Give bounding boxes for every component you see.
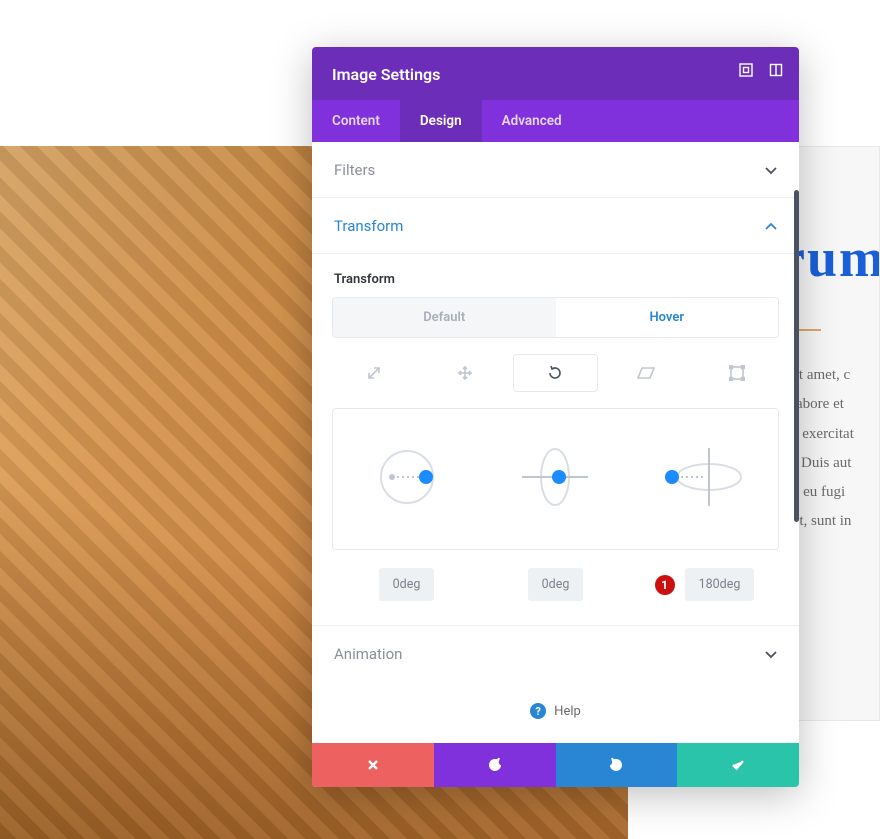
rotate-preview-row bbox=[332, 408, 779, 550]
cancel-button[interactable] bbox=[312, 743, 434, 787]
tool-scale-button[interactable] bbox=[332, 354, 417, 392]
rotate-x-value[interactable]: 180deg bbox=[685, 568, 755, 601]
tab-design[interactable]: Design bbox=[400, 100, 482, 142]
rotate-y-value-cell: 0deg bbox=[481, 568, 630, 601]
modal-body: Filters Transform Transform Default Hove… bbox=[312, 142, 799, 743]
modal-tabs: Content Design Advanced bbox=[312, 100, 799, 142]
help-label: Help bbox=[554, 704, 581, 719]
section-animation-label: Animation bbox=[334, 645, 402, 663]
transform-tool-row bbox=[332, 354, 779, 392]
transform-content: Transform Default Hover bbox=[312, 254, 799, 626]
section-transform-label: Transform bbox=[334, 217, 403, 235]
rotate-y-value[interactable]: 0deg bbox=[528, 568, 584, 601]
chevron-down-icon bbox=[765, 160, 777, 179]
rotate-z-value[interactable]: 0deg bbox=[379, 568, 435, 601]
tool-skew-button[interactable] bbox=[604, 354, 689, 392]
tab-content[interactable]: Content bbox=[312, 100, 400, 142]
help-row[interactable]: ? Help bbox=[312, 681, 799, 743]
section-filters-label: Filters bbox=[334, 161, 375, 179]
rotate-values-row: 0deg 0deg 1 180deg bbox=[332, 568, 779, 601]
expand-icon[interactable] bbox=[739, 63, 753, 77]
tool-rotate-button[interactable] bbox=[513, 354, 598, 392]
scrollbar-thumb[interactable] bbox=[794, 190, 799, 522]
chevron-down-icon bbox=[765, 644, 777, 663]
state-toggle: Default Hover bbox=[332, 297, 779, 338]
state-default-button[interactable]: Default bbox=[333, 298, 556, 337]
tool-origin-button[interactable] bbox=[694, 354, 779, 392]
section-filters[interactable]: Filters bbox=[312, 142, 799, 198]
rotate-y-preview[interactable] bbox=[481, 437, 629, 517]
rotate-x-preview[interactable] bbox=[630, 437, 778, 517]
state-hover-button[interactable]: Hover bbox=[556, 298, 779, 337]
tool-translate-button[interactable] bbox=[423, 354, 508, 392]
chevron-up-icon bbox=[765, 216, 777, 235]
header-icons bbox=[739, 63, 783, 77]
section-animation[interactable]: Animation bbox=[312, 626, 799, 681]
modal-header: Image Settings Content Design Advanced bbox=[312, 47, 799, 142]
image-settings-modal: Image Settings Content Design Advanced F… bbox=[312, 47, 799, 787]
help-icon: ? bbox=[530, 703, 546, 719]
rotate-z-preview[interactable] bbox=[333, 437, 481, 517]
redo-button[interactable] bbox=[556, 743, 678, 787]
snap-icon[interactable] bbox=[769, 63, 783, 77]
section-transform[interactable]: Transform bbox=[312, 198, 799, 254]
annotation-marker-1: 1 bbox=[655, 575, 675, 595]
save-button[interactable] bbox=[677, 743, 799, 787]
modal-footer-actions bbox=[312, 743, 799, 787]
tab-advanced[interactable]: Advanced bbox=[482, 100, 582, 142]
undo-button[interactable] bbox=[434, 743, 556, 787]
transform-sublabel: Transform bbox=[332, 254, 779, 297]
rotate-z-value-cell: 0deg bbox=[332, 568, 481, 601]
modal-title: Image Settings bbox=[332, 65, 779, 100]
rotate-x-value-cell: 1 180deg bbox=[630, 568, 779, 601]
